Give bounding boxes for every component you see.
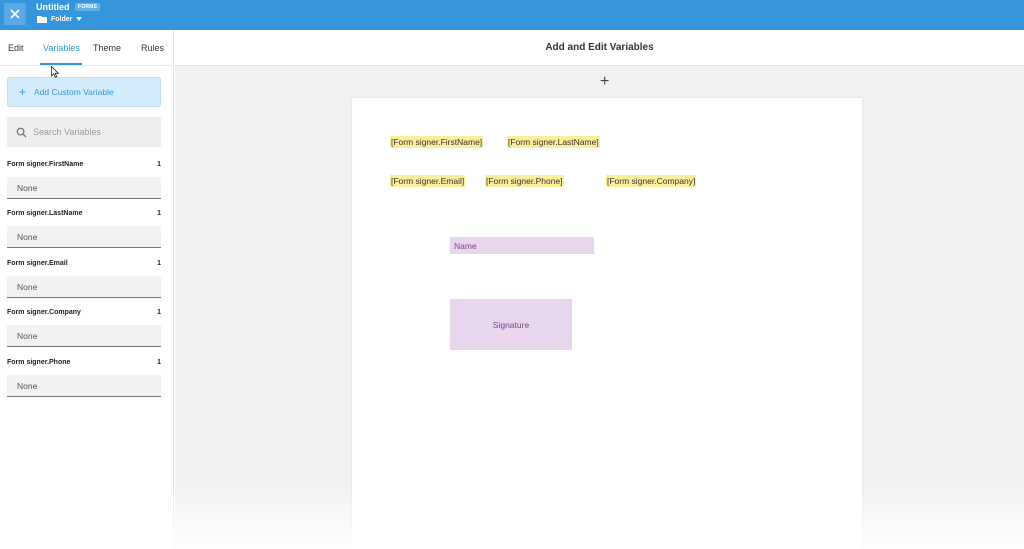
top-bar: Untitled FORMS Folder <box>0 0 1024 30</box>
signature-field[interactable]: Signature <box>450 299 572 350</box>
folder-label: Folder <box>51 15 73 23</box>
tab-theme[interactable]: Theme <box>93 43 121 53</box>
variable-count: 1 <box>157 309 161 316</box>
variable-count: 1 <box>157 359 161 366</box>
plus-icon: + <box>19 85 27 99</box>
merge-field[interactable]: [Form signer.Email] <box>390 175 466 187</box>
variable-count: 1 <box>157 210 161 217</box>
document-title[interactable]: Untitled <box>36 2 70 12</box>
variable-value-field[interactable]: None <box>7 375 161 397</box>
chevron-down-icon <box>76 17 83 21</box>
close-icon <box>10 9 20 19</box>
tab-variables[interactable]: Variables <box>43 43 80 53</box>
add-custom-variable-label: Add Custom Variable <box>34 87 114 97</box>
variable-value-field[interactable]: None <box>7 177 161 199</box>
variable-item: Form signer.FirstName 1 None <box>7 161 161 199</box>
tab-edit[interactable]: Edit <box>8 43 24 53</box>
add-section-button[interactable]: + <box>600 74 609 90</box>
tab-bar: Edit Variables Theme Rules <box>0 30 174 66</box>
merge-field[interactable]: [Form signer.LastName] <box>507 136 600 148</box>
merge-field[interactable]: [Form signer.Company] <box>606 175 697 187</box>
variable-item: Form signer.Phone 1 None <box>7 359 161 397</box>
variable-name: Form signer.Phone <box>7 359 71 366</box>
variable-value-field[interactable]: None <box>7 325 161 347</box>
main-header: Add and Edit Variables <box>175 30 1024 66</box>
tab-rules[interactable]: Rules <box>141 43 164 53</box>
variable-name: Form signer.LastName <box>7 210 83 217</box>
active-tab-indicator <box>40 63 82 65</box>
variable-count: 1 <box>157 161 161 168</box>
form-page: [Form signer.FirstName] [Form signer.Las… <box>352 98 862 549</box>
variable-item: Form signer.Email 1 None <box>7 260 161 298</box>
merge-field[interactable]: [Form signer.FirstName] <box>390 136 484 148</box>
variable-name: Form signer.FirstName <box>7 161 84 168</box>
folder-selector[interactable]: Folder <box>37 15 83 23</box>
search-input[interactable] <box>33 127 153 137</box>
variable-item: Form signer.Company 1 None <box>7 309 161 347</box>
folder-icon <box>37 16 47 23</box>
page-title: Add and Edit Variables <box>545 42 654 53</box>
variable-count: 1 <box>157 260 161 267</box>
variable-value-field[interactable]: None <box>7 226 161 248</box>
forms-badge: FORMS <box>75 3 101 11</box>
variable-value-field[interactable]: None <box>7 276 161 298</box>
variable-name: Form signer.Company <box>7 309 81 316</box>
close-button[interactable] <box>4 3 26 25</box>
variable-item: Form signer.LastName 1 None <box>7 210 161 248</box>
search-box[interactable] <box>7 117 161 147</box>
name-field[interactable]: Name <box>450 237 594 254</box>
main-area: Add and Edit Variables + [Form signer.Fi… <box>175 30 1024 549</box>
mouse-cursor-icon <box>51 66 59 78</box>
left-panel: Edit Variables Theme Rules + Add Custom … <box>0 30 174 549</box>
merge-field[interactable]: [Form signer.Phone] <box>485 175 564 187</box>
add-custom-variable-button[interactable]: + Add Custom Variable <box>7 77 161 107</box>
variable-name: Form signer.Email <box>7 260 68 267</box>
search-icon <box>16 127 27 138</box>
